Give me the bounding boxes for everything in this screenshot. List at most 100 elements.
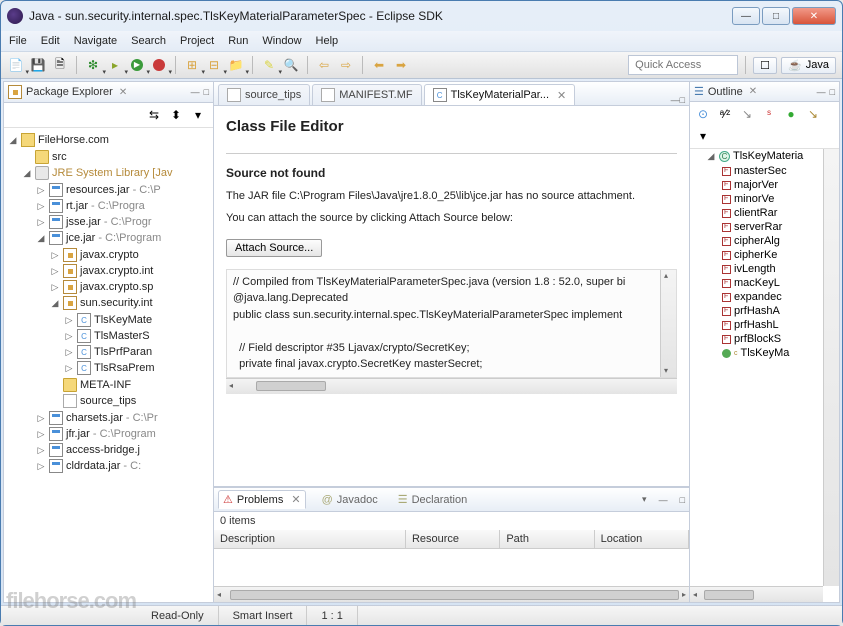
outline-field[interactable]: prfHashA [722, 304, 789, 318]
link-editor-icon[interactable]: ⬍ [167, 106, 185, 124]
horizontal-scrollbar[interactable]: ◂▸ [214, 586, 689, 602]
minimize-view-icon[interactable]: ― [191, 87, 200, 97]
close-view-icon[interactable]: ✕ [119, 87, 127, 98]
tree-item[interactable]: ▷resources.jar - C:\P [36, 182, 211, 198]
tree-item[interactable]: ▷CTlsPrfParan [64, 344, 211, 360]
collapse-all-icon[interactable]: ⇆ [145, 106, 163, 124]
view-menu-icon[interactable]: ▾ [694, 127, 712, 145]
maximize-editor-icon[interactable]: □ [680, 95, 685, 105]
menu-edit[interactable]: Edit [41, 35, 60, 47]
outline-field[interactable]: masterSec [722, 164, 789, 178]
tab-manifest[interactable]: MANIFEST.MF [312, 84, 421, 105]
tree-item[interactable]: ▷charsets.jar - C:\Pr [36, 410, 211, 426]
tab-tlskey[interactable]: CTlsKeyMaterialPar...✕ [424, 84, 576, 105]
horizontal-scrollbar[interactable]: ◂ [690, 586, 823, 602]
annotation-prev-icon[interactable]: ⇦ [315, 56, 333, 74]
java-perspective-button[interactable]: ☕Java [781, 57, 836, 74]
tab-declaration[interactable]: ☰Declaration [394, 491, 472, 508]
minimize-editor-icon[interactable]: ― [671, 95, 680, 105]
tab-javadoc[interactable]: @Javadoc [318, 492, 382, 508]
hide-local-icon[interactable]: ↘ [804, 105, 822, 123]
hide-static-icon[interactable]: ˢ [760, 105, 778, 123]
maximize-view-icon[interactable]: □ [204, 87, 209, 97]
outline-tree[interactable]: ◢CTlsKeyMateria masterSecmajorVerminorVe… [690, 149, 839, 602]
quick-access-input[interactable] [628, 55, 738, 75]
outline-field[interactable]: prfHashL [722, 318, 789, 332]
problems-table-header[interactable]: Description Resource Path Location [214, 530, 689, 549]
outline-constructor[interactable]: cTlsKeyMa [722, 346, 789, 360]
ext-tools-button[interactable] [150, 56, 168, 74]
tree-item[interactable]: ▷javax.crypto.sp [50, 279, 211, 295]
tree-item[interactable]: ▷CTlsRsaPrem [64, 360, 211, 376]
menu-run[interactable]: Run [228, 35, 248, 47]
sort-icon[interactable]: ᵃ⁄ᶻ [716, 105, 734, 123]
save-button[interactable]: 💾 [29, 56, 47, 74]
outline-field[interactable]: clientRar [722, 206, 789, 220]
tab-source-tips[interactable]: source_tips [218, 84, 310, 105]
decompiled-source[interactable]: // Compiled from TlsKeyMaterialParameter… [226, 269, 677, 378]
minimize-view-icon[interactable]: ― [817, 87, 826, 97]
tree-item[interactable]: source_tips [50, 393, 211, 409]
hide-fields-icon[interactable]: ↘ [738, 105, 756, 123]
outline-field[interactable]: ivLength [722, 262, 789, 276]
menu-window[interactable]: Window [262, 35, 301, 47]
close-tab-icon[interactable]: ✕ [291, 493, 300, 506]
outline-field[interactable]: macKeyL [722, 276, 789, 290]
annotation-next-icon[interactable]: ⇨ [337, 56, 355, 74]
tree-item[interactable]: ▷javax.crypto.int [50, 263, 211, 279]
outline-field[interactable]: serverRar [722, 220, 789, 234]
tree-item[interactable]: ◢jce.jar - C:\Program [36, 230, 211, 246]
new-button[interactable]: 📄 [7, 56, 25, 74]
menu-file[interactable]: File [9, 35, 27, 47]
run-dropdown[interactable]: ▸ [106, 56, 124, 74]
maximize-view-icon[interactable]: □ [680, 495, 685, 505]
col-path[interactable]: Path [500, 530, 594, 548]
minimize-button[interactable]: ― [732, 7, 760, 25]
new-package-button[interactable]: ⊞ [183, 56, 201, 74]
package-tree[interactable]: ◢FileHorse.com src ◢JRE System Library [… [4, 128, 213, 602]
focus-icon[interactable]: ⊙ [694, 105, 712, 123]
menu-project[interactable]: Project [180, 35, 214, 47]
tree-item[interactable]: ▷rt.jar - C:\Progra [36, 198, 211, 214]
tree-item[interactable]: ◢sun.security.int [50, 295, 211, 311]
col-resource[interactable]: Resource [406, 530, 500, 548]
tree-item[interactable]: META-INF [50, 377, 211, 393]
vertical-scrollbar[interactable] [823, 149, 839, 586]
attach-source-button[interactable]: Attach Source... [226, 239, 322, 257]
tree-item[interactable]: ▷CTlsKeyMate [64, 312, 211, 328]
outline-field[interactable]: cipherAlg [722, 234, 789, 248]
hide-nonpublic-icon[interactable]: ● [782, 105, 800, 123]
minimize-view-icon[interactable]: ― [659, 495, 668, 505]
outline-field[interactable]: prfBlockS [722, 332, 789, 346]
col-description[interactable]: Description [214, 530, 406, 548]
save-all-button[interactable]: 🗎 [51, 56, 69, 74]
horizontal-scrollbar[interactable]: ◂ [226, 378, 677, 394]
outline-field[interactable]: cipherKe [722, 248, 789, 262]
menu-navigate[interactable]: Navigate [74, 35, 117, 47]
tree-item[interactable]: ▷javax.crypto [50, 247, 211, 263]
view-menu-icon[interactable]: ▾ [642, 494, 647, 505]
run-button[interactable]: ▶ [128, 56, 146, 74]
tree-item[interactable]: ▷access-bridge.j [36, 442, 211, 458]
outline-field[interactable]: minorVe [722, 192, 789, 206]
close-button[interactable]: ✕ [792, 7, 836, 25]
search-button[interactable]: ✎ [260, 56, 278, 74]
debug-button[interactable]: ❇ [84, 56, 102, 74]
open-type-button[interactable]: 📁 [227, 56, 245, 74]
col-location[interactable]: Location [595, 530, 689, 548]
outline-field[interactable]: majorVer [722, 178, 789, 192]
outline-field[interactable]: expandec [722, 290, 789, 304]
maximize-button[interactable]: □ [762, 7, 790, 25]
tree-item[interactable]: ▷CTlsMasterS [64, 328, 211, 344]
open-perspective-button[interactable]: ☐ [753, 57, 777, 74]
tree-item[interactable]: ▷jfr.jar - C:\Program [36, 426, 211, 442]
tree-item[interactable]: ▷cldrdata.jar - C: [36, 458, 211, 474]
vertical-scrollbar[interactable] [660, 270, 676, 377]
tree-item[interactable]: ▷jsse.jar - C:\Progr [36, 214, 211, 230]
close-view-icon[interactable]: ✕ [749, 86, 757, 97]
search-icon[interactable]: 🔍 [282, 56, 300, 74]
menu-help[interactable]: Help [316, 35, 339, 47]
back-button[interactable]: ⬅ [370, 56, 388, 74]
maximize-view-icon[interactable]: □ [830, 87, 835, 97]
forward-button[interactable]: ➡ [392, 56, 410, 74]
